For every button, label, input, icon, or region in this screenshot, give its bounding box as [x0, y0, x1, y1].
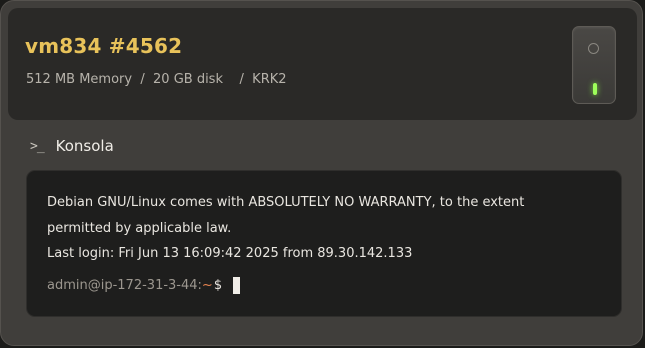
terminal-line: Last login: Fri Jun 13 16:09:42 2025 fro… — [47, 246, 413, 261]
power-toggle-button[interactable] — [572, 26, 616, 104]
terminal-prompt[interactable]: admin@ip-172-31-3-44: ~ $ — [47, 277, 241, 294]
terminal-line: permitted by applicable law. — [47, 221, 232, 236]
memory-spec: 512 MB Memory — [26, 72, 133, 87]
terminal-cursor — [233, 277, 241, 294]
terminal-window[interactable]: Debian GNU/Linux comes with ABSOLUTELY N… — [26, 170, 622, 317]
prompt-user-host: admin@ip-172-31-3-44: — [47, 278, 202, 293]
location-spec: KRK2 — [252, 72, 287, 87]
spec-separator: / — [239, 72, 244, 87]
server-title: vm834 #4562 — [25, 34, 183, 58]
prompt-path: ~ — [201, 278, 213, 293]
console-section-header: >_ Konsola — [30, 136, 114, 156]
terminal-line: Debian GNU/Linux comes with ABSOLUTELY N… — [47, 195, 525, 210]
disk-spec: 20 GB disk — [153, 72, 223, 87]
power-status-led — [593, 83, 597, 95]
console-label: Konsola — [55, 137, 114, 155]
terminal-prompt-icon: >_ — [30, 138, 45, 154]
server-specs: 512 MB Memory / 20 GB disk / KRK2 — [26, 72, 287, 87]
power-icon — [588, 43, 599, 54]
server-header: vm834 #4562 512 MB Memory / 20 GB disk /… — [8, 8, 637, 120]
spec-separator: / — [140, 72, 145, 87]
prompt-symbol: $ — [213, 278, 223, 293]
server-card: vm834 #4562 512 MB Memory / 20 GB disk /… — [0, 0, 643, 346]
